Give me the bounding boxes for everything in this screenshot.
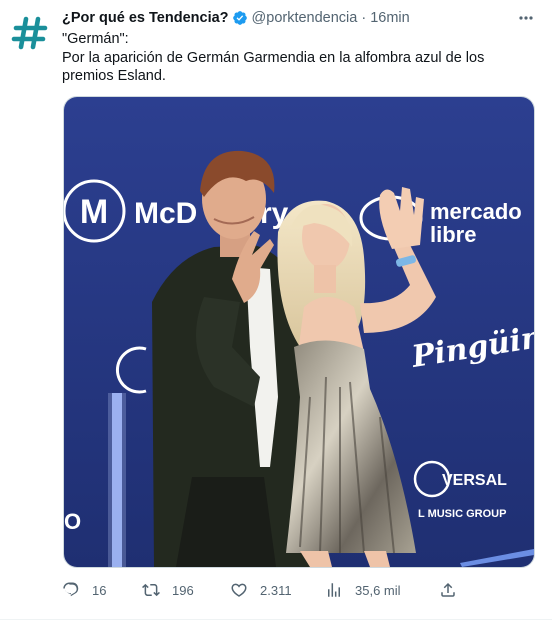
timestamp[interactable]: 16min <box>370 10 410 26</box>
retweet-count: 196 <box>172 582 194 598</box>
heart-icon <box>231 583 247 597</box>
tweet-card[interactable]: ¿Por qué es Tendencia? @porktendencia · … <box>0 0 552 620</box>
universal-text: VERSAL <box>442 472 507 489</box>
display-name[interactable]: ¿Por qué es Tendencia? <box>62 10 229 26</box>
mcdonalds-mark: M <box>80 193 108 231</box>
photo-illustration: M McD ry mercado libre Pingüinos VERSAL … <box>64 97 534 567</box>
like-button[interactable]: 2.311 <box>230 578 292 602</box>
mercado-libre-line2: libre <box>430 222 476 247</box>
tweet-text: "Germán": Por la aparición de Germán Gar… <box>62 30 537 86</box>
reply-button[interactable]: 16 <box>62 578 106 602</box>
tweet-text-line: Por la aparición de Germán Garmendia en … <box>62 49 485 85</box>
reply-count: 16 <box>92 582 107 598</box>
left-edge-letter: O <box>64 509 81 534</box>
like-count: 2.311 <box>260 582 292 598</box>
mcdonalds-text: McD <box>134 197 197 230</box>
share-button[interactable] <box>439 578 457 602</box>
more-options-button[interactable] <box>516 8 536 28</box>
analytics-bar-icon <box>328 583 340 597</box>
hashtag-icon <box>11 16 48 50</box>
separator-dot: · <box>361 10 367 26</box>
mercado-libre-line1: mercado <box>430 199 522 224</box>
universal-subtitle: L MUSIC GROUP <box>418 508 506 520</box>
light-tube-glow <box>108 393 126 567</box>
tweet-header: ¿Por qué es Tendencia? @porktendencia · … <box>62 8 536 28</box>
views-button[interactable]: 35,6 mil <box>325 578 401 602</box>
action-bar: 16 196 2.311 35,6 mil <box>62 578 462 602</box>
handle[interactable]: @porktendencia <box>252 10 358 26</box>
reply-icon <box>63 582 79 597</box>
retweet-icon <box>142 583 160 597</box>
tweet-photo[interactable]: M McD ry mercado libre Pingüinos VERSAL … <box>63 96 535 568</box>
tweet-text-line: "Germán": <box>62 31 129 47</box>
avatar[interactable] <box>11 14 49 52</box>
verified-badge-icon <box>232 11 247 25</box>
more-dots-icon <box>519 16 533 20</box>
views-count: 35,6 mil <box>355 582 401 598</box>
share-icon <box>441 582 455 597</box>
retweet-button[interactable]: 196 <box>142 578 194 602</box>
